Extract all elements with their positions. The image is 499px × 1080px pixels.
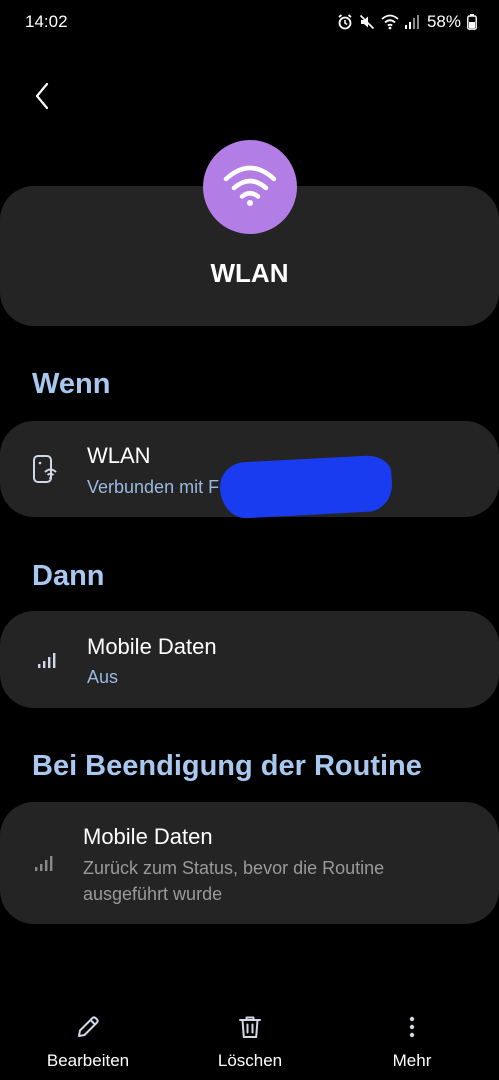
page-title: WLAN — [210, 258, 289, 288]
wifi-status-icon — [381, 14, 399, 30]
action-subtitle: Aus — [87, 667, 119, 687]
action-card-mobile-data[interactable]: Mobile Daten Aus — [0, 611, 499, 708]
end-action-subtitle-line2: ausgeführt wurde — [83, 884, 223, 904]
section-heading-when: Wenn — [32, 368, 111, 400]
mute-icon — [359, 14, 375, 30]
chevron-left-icon — [34, 82, 50, 115]
signal-bars-icon — [36, 649, 58, 671]
end-action-card-mobile-data[interactable]: Mobile Daten Zurück zum Status, bevor di… — [0, 802, 499, 924]
pencil-icon — [75, 1014, 101, 1045]
bottom-toolbar: Bearbeiten Löschen Mehr — [0, 1000, 499, 1080]
back-button[interactable] — [26, 80, 58, 116]
status-time: 14:02 — [25, 12, 68, 31]
condition-title: WLAN — [87, 443, 151, 468]
trash-icon — [237, 1014, 263, 1045]
signal-bars-icon — [33, 852, 55, 874]
end-action-title: Mobile Daten — [83, 824, 213, 849]
section-heading-then: Dann — [32, 560, 105, 592]
edit-label: Bearbeiten — [46, 1051, 130, 1070]
more-vertical-icon — [399, 1014, 425, 1045]
edit-button[interactable]: Bearbeiten — [18, 1014, 158, 1071]
condition-subtitle: Verbunden mit F — [87, 477, 220, 497]
section-heading-end: Bei Beendigung der Routine — [32, 750, 422, 782]
delete-label: Löschen — [217, 1051, 283, 1070]
alarm-icon — [337, 14, 353, 30]
delete-button[interactable]: Löschen — [180, 1014, 320, 1071]
phone-wifi-icon — [30, 453, 60, 485]
action-title: Mobile Daten — [87, 634, 217, 659]
wifi-icon — [222, 163, 278, 212]
redaction-scribble — [218, 454, 394, 520]
status-bar: 14:02 58% — [0, 0, 499, 46]
battery-icon — [467, 14, 477, 30]
more-button[interactable]: Mehr — [342, 1014, 482, 1071]
end-action-subtitle-line1: Zurück zum Status, bevor die Routine — [83, 858, 385, 878]
header-icon-circle — [203, 140, 297, 234]
signal-icon — [404, 14, 419, 30]
battery-percentage: 58% — [426, 12, 461, 31]
status-icons: 58% — [337, 10, 477, 34]
more-label: Mehr — [392, 1051, 432, 1070]
